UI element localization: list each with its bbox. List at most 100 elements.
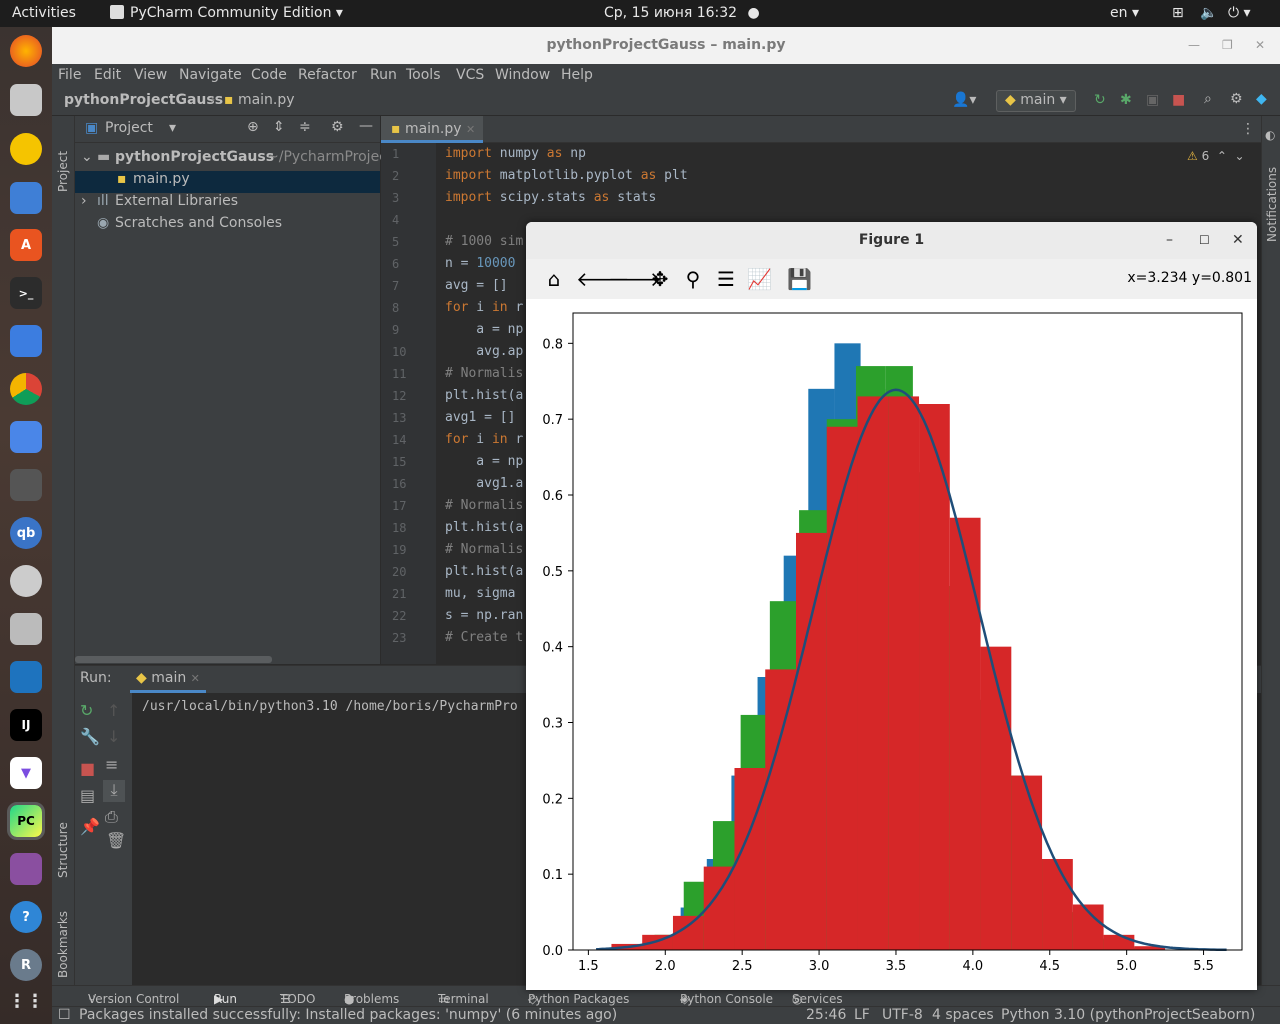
menu-file[interactable]: File xyxy=(58,67,81,83)
text-editor-icon[interactable] xyxy=(10,325,42,357)
histogram-chart[interactable]: 1.5 2.0 2.5 3.0 3.5 4.0 4.5 5.0 5.5 0.0 0.1 0.2 0.3 0… xyxy=(526,299,1257,990)
chevron-down-icon[interactable]: ▾ xyxy=(169,120,176,136)
user-icon[interactable]: 👤▾ xyxy=(952,92,976,108)
breadcrumb-project[interactable]: pythonProjectGauss xyxy=(64,92,223,108)
soft-wrap-icon[interactable]: ≡ xyxy=(105,755,118,774)
monitor-icon[interactable] xyxy=(10,661,42,693)
home-icon[interactable]: ⌂ xyxy=(542,267,566,291)
menu-window[interactable]: Window xyxy=(495,67,550,83)
save-icon[interactable]: 💾 xyxy=(787,267,812,291)
screenshot-icon[interactable] xyxy=(10,421,42,453)
status-square-icon[interactable]: ☐ xyxy=(58,1007,71,1023)
trash-icon[interactable]: 🗑 xyxy=(106,831,126,850)
notifications-tool-tab[interactable]: Notifications xyxy=(1265,167,1279,242)
arrow-up-icon[interactable]: ↑ xyxy=(107,701,120,720)
debug-icon[interactable]: ✱ xyxy=(1120,92,1132,108)
project-panel-title[interactable]: Project xyxy=(105,120,153,136)
structure-tool-tab[interactable]: Structure xyxy=(56,822,70,878)
database-icon[interactable] xyxy=(10,613,42,645)
menu-code[interactable]: Code xyxy=(251,67,287,83)
help-icon[interactable]: ? xyxy=(10,901,42,933)
search-icon[interactable]: ⌕ xyxy=(1204,91,1212,107)
plugin-icon[interactable]: ◆ xyxy=(1256,91,1267,107)
disc-icon[interactable] xyxy=(10,565,42,597)
app-menu[interactable]: PyCharm Community Edition ▾ xyxy=(110,5,343,21)
files-icon[interactable] xyxy=(10,84,42,116)
inspection-widget[interactable]: ⚠ 6 ⌃ ⌄ xyxy=(1187,149,1245,163)
qbittorrent-icon[interactable]: qb xyxy=(10,517,42,549)
tree-root-row[interactable]: ⌄ ▬ pythonProjectGauss ~/PycharmProjec xyxy=(75,149,387,171)
close-button[interactable]: ✕ xyxy=(1255,27,1265,64)
tree-file-row[interactable]: ▪ main.py xyxy=(75,171,380,193)
back-arrow-icon[interactable]: 🡐 xyxy=(576,267,630,291)
pycharm-icon[interactable]: PC xyxy=(7,802,45,840)
status-message[interactable]: Packages installed successfully: Install… xyxy=(79,1007,617,1023)
expand-all-icon[interactable]: ⇕ xyxy=(273,119,285,135)
tree-libs-row[interactable]: › ıll External Libraries xyxy=(75,193,380,215)
subplots-config-icon[interactable]: ☰ xyxy=(714,267,738,291)
gear-icon[interactable]: ⚙ xyxy=(331,119,344,135)
browser-icon[interactable]: ▼ xyxy=(10,757,42,789)
menu-run[interactable]: Run xyxy=(370,67,397,83)
r-icon[interactable]: R xyxy=(10,949,42,981)
collapse-all-icon[interactable]: ≑ xyxy=(299,119,311,135)
menu-vcs[interactable]: VCS xyxy=(456,67,484,83)
menu-refactor[interactable]: Refactor xyxy=(298,67,357,83)
locate-icon[interactable]: ⊕ xyxy=(247,119,259,135)
zoom-icon[interactable]: ⚲ xyxy=(681,267,705,291)
run-tab-main[interactable]: ◆ main ✕ xyxy=(130,666,206,693)
activities-button[interactable]: Activities xyxy=(12,5,76,21)
intellij-icon[interactable]: IJ xyxy=(10,709,42,741)
menu-edit[interactable]: Edit xyxy=(94,67,121,83)
minimize-button[interactable]: – xyxy=(1166,222,1173,259)
menu-view[interactable]: View xyxy=(134,67,167,83)
caret-position[interactable]: 25:46 xyxy=(806,1007,846,1023)
arrow-down-icon[interactable]: ↓ xyxy=(107,727,120,746)
code-line[interactable]: import scipy.stats as stats xyxy=(445,187,1045,209)
bookmarks-tool-tab[interactable]: Bookmarks xyxy=(56,911,70,978)
rerun-icon[interactable]: ↻ xyxy=(80,701,93,720)
network-icon[interactable]: ⊞ xyxy=(1172,5,1184,21)
minimize-button[interactable]: — xyxy=(1188,27,1200,64)
code-line[interactable]: import numpy as np xyxy=(445,143,1045,165)
breadcrumb-file[interactable]: ▪ main.py xyxy=(224,92,295,108)
writer-icon[interactable] xyxy=(10,182,42,214)
tab-main-py[interactable]: ▪ main.py ✕ xyxy=(381,116,483,143)
layout-icon[interactable]: ▤ xyxy=(80,786,95,805)
run-config-selector[interactable]: ◆ main ▾ xyxy=(996,90,1076,112)
volume-icon[interactable]: 🔈 xyxy=(1200,5,1217,21)
print-icon[interactable]: ⎙ xyxy=(105,807,118,827)
project-tool-tab[interactable]: Project xyxy=(56,151,70,192)
stop-icon[interactable]: ■ xyxy=(80,759,95,778)
pin-icon[interactable]: 📌 xyxy=(80,817,100,836)
forward-arrow-icon[interactable]: 🡒 xyxy=(608,267,662,291)
maximize-button[interactable]: ❐ xyxy=(1222,27,1233,64)
chrome-icon[interactable] xyxy=(10,373,42,405)
close-icon[interactable]: ✕ xyxy=(466,123,475,136)
wrench-icon[interactable]: 🔧 xyxy=(80,727,100,746)
clock[interactable]: Ср, 15 июня 16:32 ● xyxy=(604,5,760,21)
rhythmbox-icon[interactable] xyxy=(10,133,42,165)
maximize-button[interactable]: ☐ xyxy=(1199,222,1210,259)
code-line[interactable]: import matplotlib.pyplot as plt xyxy=(445,165,1045,187)
scroll-to-end-icon[interactable]: ⤓ xyxy=(103,780,125,802)
menu-navigate[interactable]: Navigate xyxy=(179,67,242,83)
horizontal-scrollbar[interactable] xyxy=(75,656,272,663)
line-separator[interactable]: LF xyxy=(854,1007,870,1023)
interpreter[interactable]: Python 3.10 (pythonProjectSeaborn) xyxy=(1001,1007,1255,1023)
coverage-icon[interactable]: ▣ xyxy=(1146,92,1159,108)
more-tabs-icon[interactable]: ⋮ xyxy=(1241,121,1255,137)
indent-setting[interactable]: 4 spaces xyxy=(932,1007,994,1023)
close-button[interactable]: ✕ xyxy=(1232,222,1244,259)
close-icon[interactable]: ✕ xyxy=(191,672,200,685)
gear-icon[interactable]: ⚙ xyxy=(1230,91,1243,107)
bell-icon[interactable]: ◐ xyxy=(1265,128,1275,142)
file-encoding[interactable]: UTF-8 xyxy=(882,1007,923,1023)
tree-scratches-row[interactable]: ◉ Scratches and Consoles xyxy=(75,215,380,237)
firefox-icon[interactable] xyxy=(10,35,42,67)
menu-tools[interactable]: Tools xyxy=(406,67,441,83)
hide-panel-icon[interactable]: — xyxy=(359,118,373,134)
stop-icon[interactable]: ■ xyxy=(1172,92,1185,108)
settings-icon[interactable] xyxy=(10,853,42,885)
show-apps-icon[interactable]: ⋮⋮ xyxy=(8,985,44,1017)
